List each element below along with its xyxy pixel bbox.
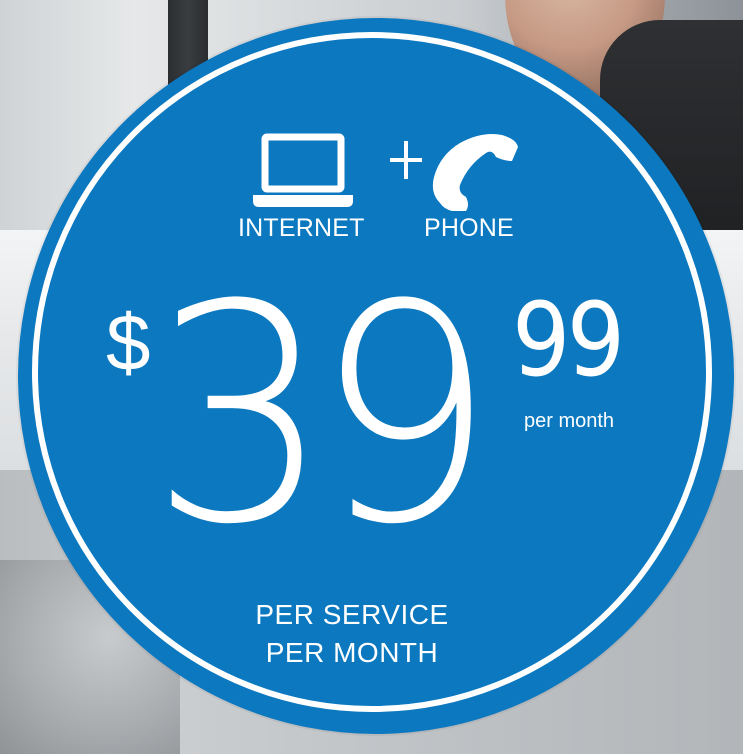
price-footer: PER SERVICE PER MONTH <box>18 596 734 672</box>
service-icons <box>18 131 734 221</box>
price-badge: INTERNET PHONE $ 39 99 per month PER SER… <box>18 18 734 734</box>
laptop-icon <box>253 131 353 215</box>
plus-icon <box>390 139 422 185</box>
price-period: per month <box>524 410 615 432</box>
price-cents: 99 <box>512 281 625 400</box>
phone-icon <box>430 131 522 215</box>
footer-line-1: PER SERVICE <box>255 599 449 630</box>
internet-label: INTERNET <box>238 214 365 242</box>
currency-symbol: $ <box>106 298 151 387</box>
promo-scene: INTERNET PHONE $ 39 99 per month PER SER… <box>0 0 743 754</box>
footer-line-2: PER MONTH <box>265 637 439 668</box>
phone-label: PHONE <box>424 214 514 242</box>
price-whole: 39 <box>150 241 496 590</box>
